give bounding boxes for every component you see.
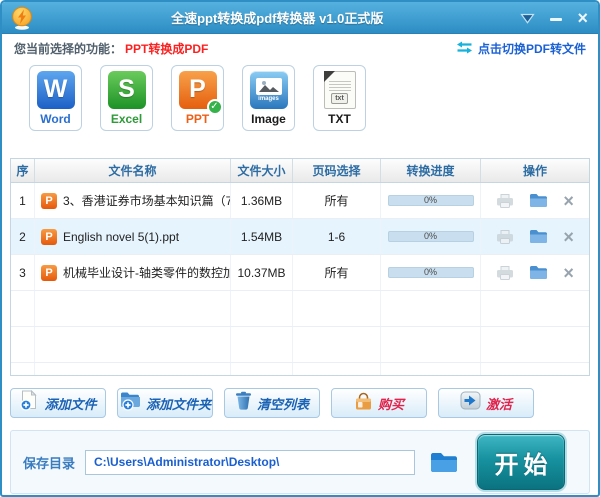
start-button[interactable]: 开始 [477, 434, 565, 490]
activate-arrow-icon [460, 391, 481, 415]
file-name: 机械毕业设计-轴类零件的数控加-.ppt [63, 266, 230, 280]
col-index: 序 [11, 159, 35, 182]
open-folder-icon[interactable] [529, 193, 548, 208]
table-empty-area [11, 291, 589, 375]
image-icon: images [249, 70, 288, 109]
col-filename: 文件名称 [35, 159, 231, 182]
function-label: 您当前选择的功能： [14, 42, 123, 56]
tab-word-label: Word [40, 111, 71, 126]
row-actions: × [481, 219, 589, 254]
save-dir-label: 保存目录 [23, 455, 76, 471]
add-folder-icon [119, 390, 141, 416]
tab-image-label: Image [251, 111, 286, 126]
app-window: 全速ppt转换成pdf转换器 v1.0正式版 × 您当前选择的功能： PPT转换… [0, 0, 600, 497]
ppt-file-icon: P [41, 192, 57, 209]
minimize-button[interactable] [549, 11, 563, 25]
row-filename-cell: P 3、香港证券市场基本知识篇（7-.ppt [35, 183, 231, 218]
col-pages: 页码选择 [293, 159, 381, 182]
row-index: 2 [11, 219, 35, 254]
file-name: English novel 5(1).ppt [63, 229, 180, 244]
progress-text: 0% [423, 231, 437, 241]
selected-check-icon: ✓ [206, 98, 223, 115]
open-file-icon [496, 229, 514, 244]
progress-bar: 0% [387, 267, 474, 278]
tab-txt-label: TXT [328, 111, 351, 126]
add-folder-button[interactable]: 添加文件夹 [117, 388, 213, 418]
table-row[interactable]: 2 P English novel 5(1).ppt 1.54MB 1-6 0% [11, 219, 589, 255]
titlebar: 全速ppt转换成pdf转换器 v1.0正式版 × [2, 2, 598, 34]
row-filename-cell: P 机械毕业设计-轴类零件的数控加-.ppt [35, 255, 231, 290]
add-file-button[interactable]: 添加文件 [10, 388, 106, 418]
shopping-bag-icon [354, 392, 373, 415]
file-size: 1.36MB [231, 183, 293, 218]
add-file-icon [19, 389, 39, 416]
progress-cell: 0% [381, 255, 481, 290]
open-folder-icon[interactable] [529, 229, 548, 244]
app-logo-icon [10, 6, 34, 30]
save-panel: 保存目录 开始 [10, 430, 590, 494]
progress-bar: 0% [387, 231, 474, 242]
table-header: 序 文件名称 文件大小 页码选择 转换进度 操作 [11, 159, 589, 183]
progress-text: 0% [423, 267, 437, 277]
close-button[interactable]: × [577, 9, 588, 27]
tab-word[interactable]: W Word [29, 65, 82, 131]
switch-mode-link[interactable]: 点击切换PDF转文件 [456, 40, 586, 57]
row-filename-cell: P English novel 5(1).ppt [35, 219, 231, 254]
row-actions: × [481, 255, 589, 290]
word-icon: W [36, 70, 75, 109]
tab-txt[interactable]: txt TXT [313, 65, 366, 131]
delete-icon[interactable]: × [563, 228, 574, 246]
page-selection[interactable]: 所有 [293, 255, 381, 290]
trash-icon [235, 391, 252, 415]
col-actions: 操作 [522, 164, 547, 178]
open-file-icon [496, 193, 514, 208]
row-index: 3 [11, 255, 35, 290]
delete-icon[interactable]: × [563, 264, 574, 282]
open-folder-icon[interactable] [529, 265, 548, 280]
ppt-file-icon: P [41, 228, 57, 245]
open-file-icon [496, 265, 514, 280]
current-function: PPT转换成PDF [125, 42, 209, 56]
swap-arrows-icon [456, 41, 473, 57]
tab-ppt-label: PPT [185, 111, 210, 126]
row-index: 1 [11, 183, 35, 218]
ppt-file-icon: P [41, 264, 57, 281]
tab-excel[interactable]: S Excel [100, 65, 153, 131]
format-tabs: W Word S Excel P ✓ PPT images Image txt … [2, 61, 598, 131]
tab-image[interactable]: images Image [242, 65, 295, 131]
ppt-icon: P ✓ [178, 70, 223, 115]
table-row[interactable]: 3 P 机械毕业设计-轴类零件的数控加-.ppt 10.37MB 所有 0% [11, 255, 589, 291]
function-bar: 您当前选择的功能： PPT转换成PDF 点击切换PDF转文件 [2, 36, 598, 61]
table-row[interactable]: 1 P 3、香港证券市场基本知识篇（7-.ppt 1.36MB 所有 0% [11, 183, 589, 219]
page-selection[interactable]: 所有 [293, 183, 381, 218]
row-actions: × [481, 183, 589, 218]
menu-dropdown-icon[interactable] [520, 13, 536, 24]
file-name: 3、香港证券市场基本知识篇（7-.ppt [63, 194, 230, 208]
delete-icon[interactable]: × [563, 192, 574, 210]
progress-text: 0% [423, 195, 437, 205]
page-selection[interactable]: 1-6 [293, 219, 381, 254]
save-path-input[interactable] [85, 449, 416, 475]
progress-bar: 0% [387, 195, 474, 206]
window-title: 全速ppt转换成pdf转换器 v1.0正式版 [171, 11, 384, 26]
table-body: 1 P 3、香港证券市场基本知识篇（7-.ppt 1.36MB 所有 0% [11, 183, 589, 291]
action-row: 添加文件 添加文件夹 清空列表 购买 激活 [10, 388, 590, 418]
buy-button[interactable]: 购买 [331, 388, 427, 418]
progress-cell: 0% [381, 219, 481, 254]
browse-folder-icon[interactable] [429, 451, 459, 474]
col-progress: 转换进度 [381, 159, 481, 182]
col-filesize: 文件大小 [231, 159, 293, 182]
file-size: 10.37MB [231, 255, 293, 290]
progress-cell: 0% [381, 183, 481, 218]
txt-icon: txt [323, 70, 356, 109]
switch-mode-label: 点击切换PDF转文件 [477, 42, 586, 56]
clear-list-button[interactable]: 清空列表 [224, 388, 320, 418]
file-table: 序 文件名称 文件大小 页码选择 转换进度 操作 1 P 3、香港证券市场基本知… [10, 158, 590, 376]
activate-button[interactable]: 激活 [438, 388, 534, 418]
tab-excel-label: Excel [110, 111, 143, 126]
tab-ppt-selected[interactable]: P ✓ PPT [171, 65, 224, 131]
excel-icon: S [107, 70, 146, 109]
file-size: 1.54MB [231, 219, 293, 254]
